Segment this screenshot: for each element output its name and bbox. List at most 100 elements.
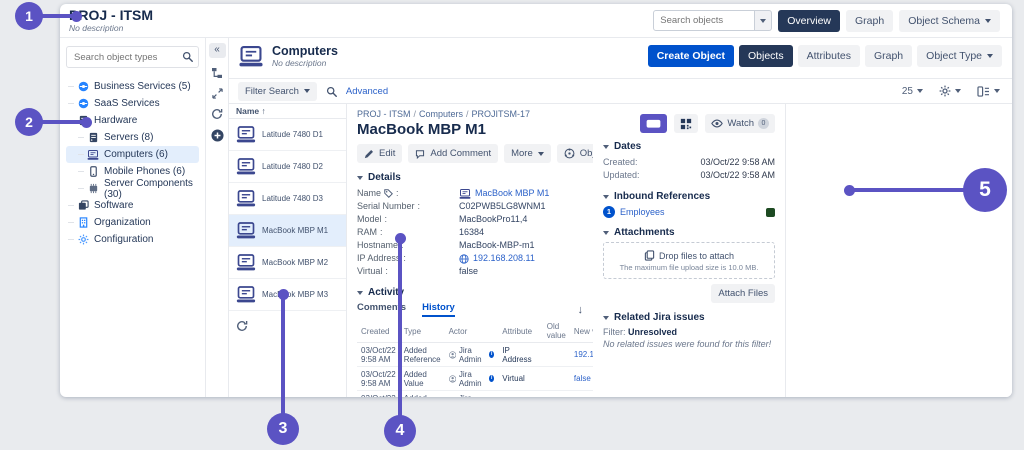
- callout-3: 3: [267, 413, 299, 445]
- actor-link[interactable]: Jira Admin: [459, 346, 486, 364]
- search-object-types-input[interactable]: [66, 46, 199, 68]
- callout-1: 1: [15, 2, 43, 30]
- file-copy-icon: [644, 250, 655, 261]
- object-name-link[interactable]: MacBook MBP M1: [475, 187, 549, 200]
- col-type: Type: [399, 319, 445, 343]
- sidebar-item-configuration[interactable]: Configuration: [66, 231, 199, 248]
- sidebar-item-organization[interactable]: Organization: [66, 214, 199, 231]
- laptop-icon: [236, 254, 256, 271]
- mobile-phones-icon: [87, 166, 99, 178]
- overview-button[interactable]: Overview: [778, 9, 841, 32]
- qr-code-icon: [680, 118, 692, 130]
- create-object-button[interactable]: Create Object: [647, 45, 734, 67]
- object-schema-button[interactable]: Object Schema: [899, 9, 1000, 32]
- sidebar-item-saas-services[interactable]: SaaS Services: [66, 95, 199, 112]
- inbound-references-header[interactable]: Inbound References: [603, 191, 775, 202]
- refresh-icon[interactable]: [236, 320, 248, 332]
- configuration-gear-icon: [77, 234, 89, 246]
- tab-graph[interactable]: Graph: [864, 45, 913, 67]
- old-value-cell: [542, 366, 570, 391]
- pencil-icon: [364, 149, 374, 159]
- sidebar-item-software[interactable]: Software: [66, 197, 199, 214]
- attach-files-button[interactable]: Attach Files: [711, 284, 775, 303]
- breadcrumb-schema-link[interactable]: PROJ - ITSM: [357, 109, 411, 119]
- reference-count-badge: 1: [603, 206, 615, 218]
- callout-dot-3: [277, 289, 289, 300]
- callout-dot-4: [394, 233, 406, 244]
- object-row[interactable]: Latitude 7480 D3: [229, 183, 346, 215]
- organization-icon: [77, 217, 89, 229]
- related-issues-header[interactable]: Related Jira issues: [603, 312, 775, 323]
- field-label: IP Address:: [357, 253, 406, 263]
- print-label-button[interactable]: [640, 114, 668, 133]
- chevron-down-icon: [917, 89, 923, 93]
- breadcrumb-object-key[interactable]: PROJITSM-17: [472, 109, 531, 119]
- page-size-dropdown[interactable]: 25: [902, 86, 923, 97]
- field-label: Name:: [357, 188, 399, 198]
- attachment-dropzone[interactable]: Drop files to attach The maximum file up…: [603, 242, 775, 279]
- search-scope-dropdown[interactable]: [755, 10, 773, 31]
- server-components-icon: [87, 183, 99, 195]
- chevron-down-icon: [985, 18, 991, 23]
- schema-subtitle: No description: [69, 23, 124, 33]
- sort-asc-icon: ↑: [261, 106, 266, 116]
- object-graph-button[interactable]: Object Graph: [556, 144, 593, 163]
- watch-button[interactable]: Watch 0: [705, 114, 775, 133]
- col-created: Created: [357, 319, 400, 343]
- employees-link[interactable]: Employees: [620, 207, 665, 217]
- hierarchy-view-icon[interactable]: [211, 67, 223, 79]
- more-button[interactable]: More: [504, 144, 551, 163]
- col-actor: Actor: [444, 319, 499, 343]
- details-section-header[interactable]: Details: [357, 172, 583, 183]
- right-gutter: [786, 104, 1012, 397]
- name-column-header[interactable]: Name ↑: [229, 104, 346, 119]
- activity-section-header[interactable]: Activity: [357, 287, 583, 298]
- section-collapse-icon: [603, 194, 609, 199]
- object-row[interactable]: Latitude 7480 D2: [229, 151, 346, 183]
- sidebar-item-computers[interactable]: Computers (6): [66, 146, 199, 163]
- object-type-subtitle: No description: [272, 58, 327, 68]
- sidebar-item-business-services[interactable]: Business Services (5): [66, 78, 199, 95]
- actor-link[interactable]: Jira Admin: [459, 370, 486, 388]
- breadcrumb-type-link[interactable]: Computers: [419, 109, 463, 119]
- search-objects-input[interactable]: [653, 10, 756, 31]
- actor-link[interactable]: Jira Admin: [459, 394, 486, 398]
- sidebar-item-server-components[interactable]: Server Components (30): [66, 178, 199, 200]
- add-object-type-icon[interactable]: [211, 129, 224, 142]
- sidebar-item-servers[interactable]: Servers (8): [66, 129, 199, 146]
- settings-dropdown[interactable]: [939, 85, 961, 97]
- graph-button[interactable]: Graph: [846, 9, 894, 32]
- expand-icon[interactable]: [212, 88, 223, 99]
- refresh-icon[interactable]: [211, 108, 223, 120]
- object-detail-panel: PROJ - ITSM / Computers / PROJITSM-17 MacBoo…: [347, 104, 593, 397]
- field-value: MacBookPro11,4: [459, 214, 528, 224]
- field-label: RAM:: [357, 227, 383, 237]
- sort-direction-icon[interactable]: ↓: [578, 304, 584, 316]
- tab-objects[interactable]: Objects: [739, 45, 793, 67]
- edit-button[interactable]: Edit: [357, 144, 403, 163]
- add-comment-button[interactable]: Add Comment: [408, 144, 499, 163]
- search-objects-box: [653, 10, 773, 31]
- attachments-section-header[interactable]: Attachments: [603, 227, 775, 238]
- columns-dropdown[interactable]: [977, 86, 1000, 97]
- dates-section-header[interactable]: Dates: [603, 141, 775, 152]
- tab-history[interactable]: History: [422, 302, 455, 317]
- reference-color-indicator: [766, 207, 775, 217]
- history-row: 03/Oct/22 9:58 AM Added Reference Jira Ad…: [357, 342, 593, 367]
- filter-search-button[interactable]: Filter Search: [238, 81, 317, 101]
- section-collapse-icon: [357, 290, 363, 295]
- ip-address-link[interactable]: 192.168.208.11: [473, 252, 535, 265]
- object-row-selected[interactable]: MacBook MBP M1: [229, 215, 346, 247]
- qr-code-button[interactable]: [674, 114, 699, 133]
- section-collapse-icon: [357, 175, 363, 180]
- collapse-sidebar-button[interactable]: «: [208, 43, 226, 58]
- object-type-menu-button[interactable]: Object Type: [917, 45, 1002, 67]
- object-row[interactable]: Latitude 7480 D1: [229, 119, 346, 151]
- history-row: 03/Oct/22 9:58 AMAdded Value Jira Admini…: [357, 366, 593, 391]
- object-row[interactable]: MacBook MBP M2: [229, 247, 346, 279]
- search-icon[interactable]: [326, 86, 337, 97]
- tag-icon: [384, 189, 393, 198]
- tab-attributes[interactable]: Attributes: [797, 45, 860, 67]
- breadcrumb: PROJ - ITSM / Computers / PROJITSM-17: [357, 109, 531, 119]
- advanced-search-link[interactable]: Advanced: [346, 86, 388, 97]
